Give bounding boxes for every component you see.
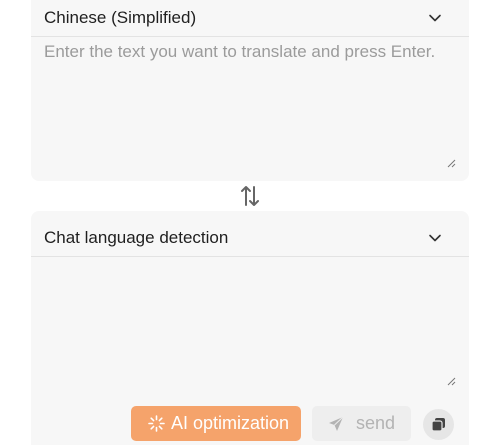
chevron-down-icon — [429, 234, 441, 242]
ai-optimization-label: AI optimization — [171, 413, 290, 433]
resize-grip-icon[interactable] — [447, 377, 456, 386]
target-language-select[interactable]: Chat language detection — [31, 220, 469, 257]
send-label: send — [356, 413, 396, 433]
send-button[interactable]: send — [312, 406, 411, 441]
resize-grip-icon[interactable] — [447, 159, 456, 168]
source-panel: Chinese (Simplified) — [31, 0, 469, 181]
chevron-down-icon — [429, 14, 441, 22]
ai-optimization-button[interactable]: AI optimization — [131, 406, 301, 441]
sparkle-loading-icon — [148, 415, 165, 432]
send-plane-icon — [329, 416, 344, 431]
source-language-select[interactable]: Chinese (Simplified) — [31, 0, 469, 37]
target-language-label: Chat language detection — [44, 228, 229, 247]
source-language-label: Chinese (Simplified) — [44, 8, 197, 27]
swap-arrows-icon[interactable] — [240, 184, 260, 208]
source-text-input[interactable] — [44, 41, 456, 131]
copy-icon — [431, 418, 445, 432]
target-text-output[interactable] — [44, 266, 456, 376]
copy-button[interactable] — [423, 409, 454, 440]
